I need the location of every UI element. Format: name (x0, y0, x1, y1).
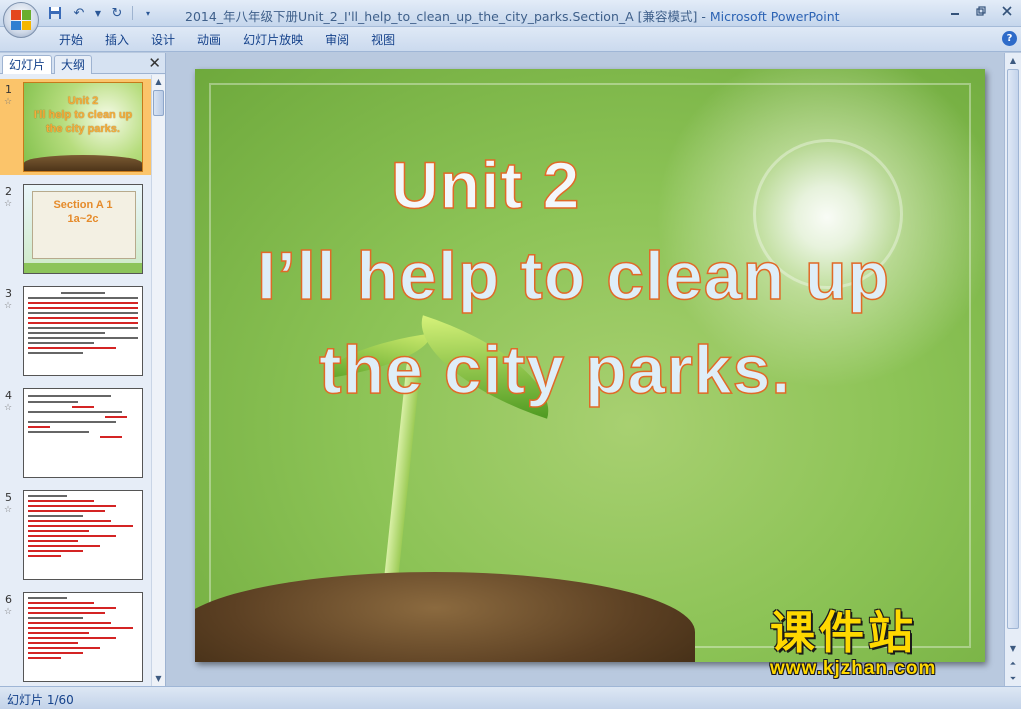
tab-design[interactable]: 设计 (140, 31, 186, 49)
thumbnail-image: Section A 1 1a~2c (23, 184, 143, 274)
document-title: 2014_年八年级下册Unit_2_I'll_help_to_clean_up_… (185, 9, 698, 24)
tab-review[interactable]: 审阅 (314, 31, 360, 49)
tab-view[interactable]: 视图 (360, 31, 406, 49)
thumbnail-image (23, 592, 143, 682)
thumbnail-image: Unit 2 I'll help to clean up the city pa… (23, 82, 143, 172)
thumbnails-scrollbar[interactable]: ▲ ▼ (151, 75, 165, 686)
slides-pane: 幻灯片 大纲 ✕ 1 ☆ Unit 2 I'll help to clean u… (0, 53, 166, 686)
slide-number: 6 (5, 593, 12, 606)
close-icon[interactable] (997, 3, 1017, 19)
customize-icon[interactable]: ▾ (139, 4, 157, 22)
slide-thumbnail-3[interactable]: 3 ☆ (0, 283, 151, 379)
scroll-down-icon[interactable]: ▼ (1005, 641, 1021, 656)
ribbon: 开始 插入 设计 动画 幻灯片放映 审阅 视图 ? (0, 27, 1021, 52)
animation-star-icon: ☆ (4, 403, 13, 413)
text-lines-graphic (28, 395, 138, 441)
minimize-icon[interactable] (945, 3, 965, 19)
animation-star-icon: ☆ (4, 199, 13, 209)
watermark-url: www.kjzhan.com (770, 658, 937, 679)
app-name: Microsoft PowerPoint (709, 9, 840, 24)
slide-editor: Unit 2 I’ll help to clean up the city pa… (167, 53, 1021, 686)
current-slide[interactable]: Unit 2 I’ll help to clean up the city pa… (195, 69, 985, 662)
quick-access-toolbar: ↶ ▼ ↻ ▾ (46, 4, 157, 22)
close-icon[interactable]: ✕ (148, 54, 161, 72)
help-icon[interactable]: ? (1002, 31, 1017, 46)
slide-thumbnail-1[interactable]: 1 ☆ Unit 2 I'll help to clean up the cit… (0, 79, 151, 175)
slide-thumbnail-4[interactable]: 4 ☆ (0, 385, 151, 481)
title-separator: - (697, 9, 710, 24)
slide-number: 1 (5, 83, 12, 96)
thumb-title-line: 1a~2c (67, 213, 99, 225)
undo-icon[interactable]: ↶ (70, 4, 88, 22)
thumb-title-line: Section A 1 (53, 199, 113, 211)
tab-outline[interactable]: 大纲 (54, 55, 93, 74)
animation-star-icon: ☆ (4, 607, 13, 617)
slide-title-line-2[interactable]: I’ll help to clean up (195, 237, 985, 315)
ribbon-tabs: 开始 插入 设计 动画 幻灯片放映 审阅 视图 (48, 31, 406, 49)
thumb-title-line: I'll help to clean up (33, 109, 133, 121)
office-logo-icon (11, 10, 31, 30)
dropdown-icon[interactable]: ▼ (94, 4, 102, 22)
scroll-up-icon[interactable]: ▲ (152, 75, 165, 89)
window-controls (945, 3, 1017, 19)
title-bar: ↶ ▼ ↻ ▾ 2014_年八年级下册Unit_2_I'll_help_to_c… (0, 0, 1021, 38)
text-lines-graphic (28, 597, 138, 662)
watermark-logo-text: 课件站 (770, 606, 918, 659)
slide-number: 2 (5, 185, 12, 198)
scroll-up-icon[interactable]: ▲ (1005, 53, 1021, 68)
previous-slide-icon[interactable]: ⏶ (1005, 656, 1021, 671)
text-lines-graphic (28, 292, 138, 357)
toolbar-separator (132, 6, 133, 20)
slide-title-line-3[interactable]: the city parks. (195, 331, 985, 409)
slide-thumbnail-2[interactable]: 2 ☆ Section A 1 1a~2c (0, 181, 151, 277)
thumb-title-line: Unit 2 (67, 95, 99, 107)
restore-icon[interactable] (971, 3, 991, 19)
slide-number: 4 (5, 389, 12, 402)
tab-animations[interactable]: 动画 (186, 31, 232, 49)
tab-insert[interactable]: 插入 (94, 31, 140, 49)
next-slide-icon[interactable]: ⏷ (1005, 671, 1021, 686)
slide-thumbnails: 1 ☆ Unit 2 I'll help to clean up the cit… (0, 75, 151, 686)
slide-title-line-1[interactable]: Unit 2 (195, 147, 985, 223)
animation-star-icon: ☆ (4, 97, 13, 107)
tab-home[interactable]: 开始 (48, 31, 94, 49)
slide-number: 3 (5, 287, 12, 300)
animation-star-icon: ☆ (4, 505, 13, 515)
thumbnail-image (23, 388, 143, 478)
office-button[interactable] (3, 2, 39, 38)
slide-counter: 幻灯片 1/60 (7, 693, 74, 707)
save-icon[interactable] (46, 4, 64, 22)
slide-thumbnail-6[interactable]: 6 ☆ (0, 589, 151, 685)
window-title: 2014_年八年级下册Unit_2_I'll_help_to_clean_up_… (185, 6, 840, 25)
grass-graphic (24, 263, 142, 273)
slide-thumbnail-5[interactable]: 5 ☆ (0, 487, 151, 583)
scroll-bottom-controls: ▼ ⏶ ⏷ (1005, 641, 1021, 686)
watermark: 课件站 www.kjzhan.com (770, 610, 1005, 680)
scroll-down-icon[interactable]: ▼ (152, 672, 165, 686)
redo-icon[interactable]: ↻ (108, 4, 126, 22)
pane-tabs: 幻灯片 大纲 ✕ (0, 53, 165, 74)
thumbnail-image (23, 490, 143, 580)
slide-number: 5 (5, 491, 12, 504)
thumbnail-image (23, 286, 143, 376)
thumb-title-line: the city parks. (46, 123, 120, 135)
tab-slideshow[interactable]: 幻灯片放映 (232, 31, 314, 49)
scroll-thumb[interactable] (1007, 69, 1019, 629)
status-bar: 幻灯片 1/60 (0, 686, 1021, 709)
text-lines-graphic (28, 495, 138, 560)
animation-star-icon: ☆ (4, 301, 13, 311)
scroll-thumb[interactable] (153, 90, 164, 116)
soil-graphic (24, 155, 142, 171)
tab-slides[interactable]: 幻灯片 (2, 55, 53, 74)
slide-scrollbar[interactable]: ▲ ▼ ⏶ ⏷ (1004, 53, 1021, 686)
